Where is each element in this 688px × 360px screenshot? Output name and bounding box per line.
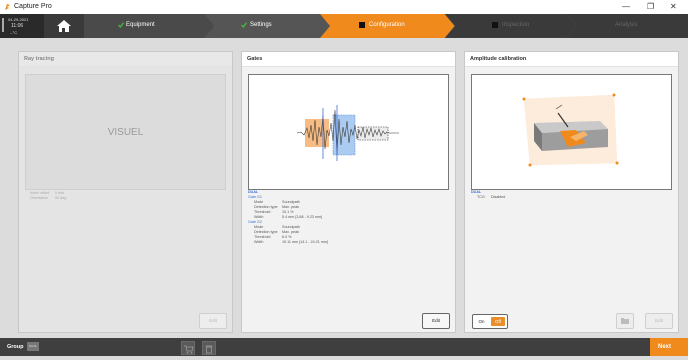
ray-tracing-panel: Ray tracing VISUEL Index offset 0 mm Ori… — [18, 51, 233, 333]
home-button[interactable] — [44, 14, 84, 38]
cart-button[interactable] — [181, 341, 195, 355]
gates-view — [248, 74, 449, 190]
toggle-off-option[interactable]: Off — [491, 317, 505, 326]
calibration-block-illustration — [522, 93, 619, 167]
panel-header: Gates — [242, 52, 455, 67]
step-inspection[interactable]: Inspection — [455, 14, 567, 38]
pending-marker-icon — [492, 22, 498, 28]
gates-panel: Gates DUAL Gate G1 Mode Soundpath Detecti… — [241, 51, 456, 333]
step-configuration[interactable]: Configuration — [330, 14, 445, 38]
next-label: Next — [658, 344, 672, 350]
step-equipment[interactable]: Equipment — [84, 14, 204, 38]
group-label: Group — [7, 344, 24, 350]
status-clock: 04-29-2021 11:06 --°C — [0, 14, 44, 38]
app-logo-icon — [5, 4, 10, 10]
step-label: Analysis — [615, 22, 638, 28]
folder-button[interactable] — [616, 313, 634, 329]
amplitude-calibration-panel: Amplitude calibration DUAL TCG Disabled O… — [464, 51, 679, 333]
footer-bar: Group DUAL — [0, 338, 688, 356]
step-label: Inspection — [502, 22, 530, 28]
step-label: Settings — [250, 22, 272, 28]
folder-icon — [621, 318, 629, 324]
panel-title: Amplitude calibration — [470, 56, 527, 62]
ray-tracing-view: VISUEL — [25, 74, 226, 190]
visual-placeholder: VISUEL — [107, 127, 144, 138]
panel-title: Ray tracing — [24, 56, 54, 62]
toggle-on-option[interactable]: On — [473, 315, 490, 328]
window-titlebar: Capture Pro — ❐ ✕ — [0, 0, 688, 14]
signal-icon — [2, 18, 4, 32]
minimize-icon[interactable]: — — [622, 2, 630, 11]
amplitude-edit-button[interactable]: Edit — [645, 313, 673, 329]
step-label: Equipment — [126, 22, 155, 28]
maximize-icon[interactable]: ❐ — [647, 2, 654, 11]
panel-header: Ray tracing — [19, 52, 232, 67]
ray-edit-button[interactable]: Edit — [199, 313, 227, 329]
gates-edit-button[interactable]: Edit — [422, 313, 450, 329]
clock-date: 04-29-2021 — [8, 17, 29, 22]
trash-icon — [205, 345, 213, 354]
step-settings[interactable]: Settings — [214, 14, 324, 38]
clock-time: 11:06 — [11, 23, 24, 29]
step-analysis[interactable]: Analysis — [577, 14, 688, 38]
window-title: Capture Pro — [14, 3, 52, 10]
check-icon — [118, 22, 124, 28]
delete-button[interactable] — [202, 341, 216, 355]
close-icon[interactable]: ✕ — [670, 2, 677, 11]
ascan-illustration — [296, 105, 399, 161]
panel-title: Gates — [247, 56, 263, 62]
active-marker-icon — [359, 22, 365, 28]
clock-temperature: --°C — [10, 30, 18, 35]
next-button[interactable]: Next — [650, 338, 688, 356]
amplitude-info: DUAL TCG Disabled — [471, 190, 506, 199]
home-icon — [57, 20, 71, 32]
check-icon — [241, 22, 247, 28]
panel-header: Amplitude calibration — [465, 52, 678, 67]
step-label: Configuration — [369, 22, 405, 28]
group-badge[interactable]: DUAL — [27, 342, 39, 351]
gates-info: DUAL Gate G1 Mode Soundpath Detection typ… — [248, 190, 329, 244]
ray-tracing-info: Index offset 0 mm Orientation 90 deg — [30, 191, 67, 200]
amplitude-view — [471, 74, 672, 190]
calibration-toggle[interactable]: On Off — [472, 314, 508, 329]
cart-icon — [184, 345, 194, 354]
